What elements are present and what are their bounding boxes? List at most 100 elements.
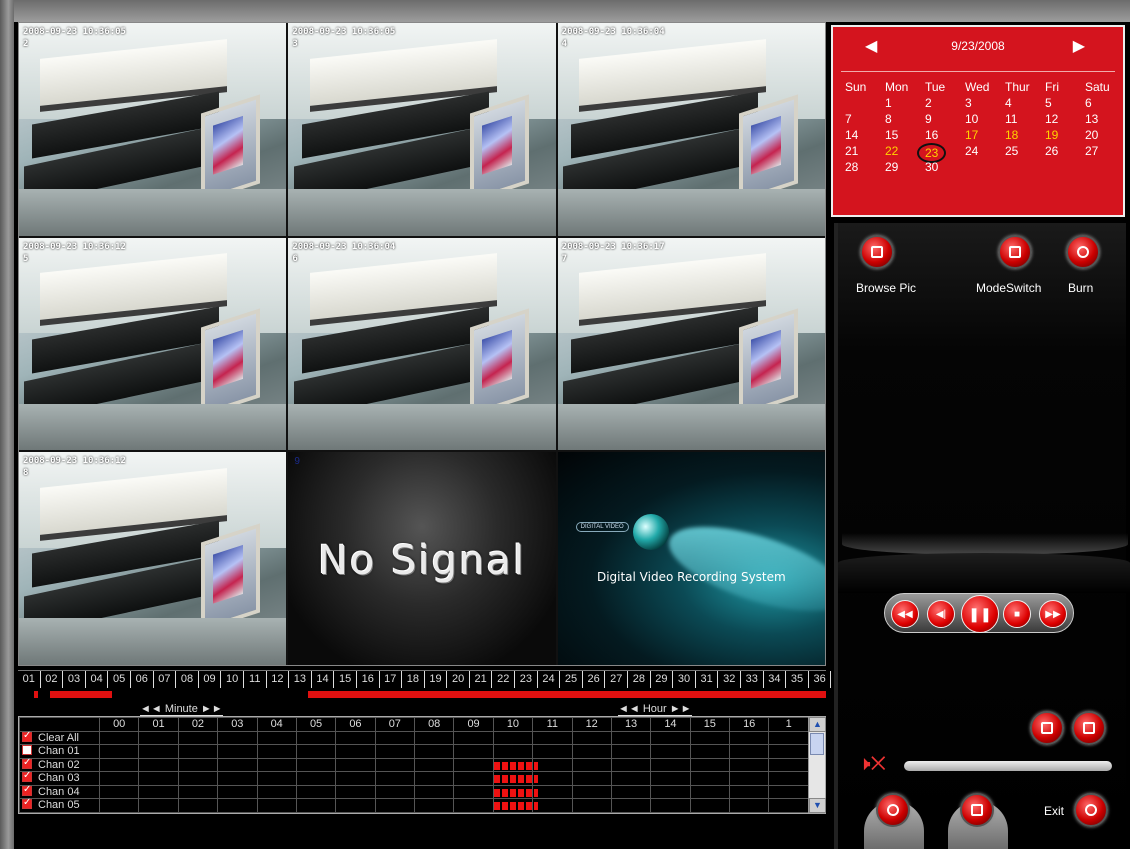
timeline-cell[interactable] [413,798,455,813]
channel-cell[interactable]: Chan 02 [19,757,100,772]
timeline-cell[interactable] [177,771,219,786]
hour-number[interactable]: 25 [560,671,583,688]
timeline-cell[interactable] [138,771,179,786]
calendar-day-selected[interactable]: 23 [917,143,961,163]
timeline-cell[interactable] [610,757,652,772]
timeline-cell[interactable] [295,771,337,786]
hour-number[interactable]: 19 [425,671,448,688]
channel-cell[interactable]: Chan 05 [19,797,100,813]
calendar-day[interactable]: 9 [921,111,961,127]
calendar-day[interactable]: 22 [881,143,921,159]
timeline-cell[interactable] [335,798,376,813]
timeline-cell[interactable] [492,798,538,813]
timeline-cell[interactable] [413,744,455,759]
calendar-day[interactable]: 8 [881,111,921,127]
channel-checkbox[interactable] [22,797,32,810]
hour-number[interactable]: 29 [651,671,674,688]
timeline-cell[interactable] [98,771,140,786]
channel-checkbox[interactable] [22,784,32,796]
timeline-cell[interactable] [177,744,219,759]
timeline-cell[interactable] [689,771,731,786]
timeline-cell[interactable] [374,771,416,786]
timeline-cell[interactable] [610,744,652,759]
timeline-cell[interactable] [413,784,455,799]
timeline-cell[interactable] [374,798,416,813]
timeline-cell[interactable] [610,798,652,813]
calendar-day[interactable]: 3 [961,95,1001,111]
timeline-cell[interactable] [728,757,770,772]
timeline-cell[interactable] [374,757,416,772]
timeline-cell[interactable] [492,771,538,786]
timeline-cell[interactable] [532,744,573,759]
minute-nav[interactable]: ◄◄ Minute ►► [140,703,223,716]
calendar-day[interactable]: 26 [1041,143,1081,159]
timeline-cell[interactable] [177,798,219,813]
hour-number[interactable]: 22 [492,671,516,688]
timeline-cell[interactable] [728,730,770,745]
timeline-cell[interactable] [610,771,652,786]
timeline-cell[interactable] [98,730,140,745]
calendar-day[interactable]: 14 [841,127,881,143]
snapshot-button[interactable] [1030,711,1064,745]
hour-number[interactable]: 04 [86,671,109,688]
timeline-cell[interactable] [532,798,573,813]
timeline-cell[interactable] [453,771,494,786]
timeline-cell[interactable] [492,757,538,772]
hour-number[interactable]: 18 [402,671,425,688]
timeline-cell[interactable] [138,757,179,772]
timeline-cell[interactable] [453,784,494,799]
timeline-cell[interactable] [256,798,297,813]
hour-number[interactable]: 30 [673,671,696,688]
timeline-cell[interactable] [453,730,494,745]
timeline-cell[interactable] [768,771,809,786]
camera-view[interactable]: 2008-09-23 10:36:04 6 [288,237,556,451]
scroll-down-icon[interactable]: ▼ [809,798,826,813]
timeline-cell[interactable] [138,744,179,759]
calendar-day[interactable]: 28 [841,159,881,175]
hour-record-bar[interactable] [18,688,826,700]
refresh-button[interactable] [876,793,910,827]
timeline-cell[interactable] [217,744,258,759]
calendar-day[interactable]: 2 [921,95,961,111]
timeline-cell[interactable] [689,730,731,745]
timeline-cell[interactable] [217,730,258,745]
camera-view[interactable]: 2008-09-23 10:36:04 4 [557,23,825,236]
dvr-logo-view[interactable]: DIGITAL VIDEO Digital Video Recording Sys… [557,452,825,665]
burn-button[interactable] [1066,235,1100,269]
timeline-cell[interactable] [295,784,337,799]
hour-number[interactable]: 21 [470,671,493,688]
channel-cell[interactable]: Chan 03 [19,770,100,786]
camera-view-no-signal[interactable]: 9 No Signal [288,452,556,665]
calendar-day[interactable]: 18 [1001,127,1041,143]
fast-forward-button[interactable]: ▶▶ [1039,600,1067,628]
calendar-day[interactable]: 27 [1081,143,1121,159]
timeline-cell[interactable] [492,730,534,745]
hour-number[interactable]: 14 [312,671,335,688]
hour-number[interactable]: 27 [605,671,629,688]
timeline-cell[interactable] [453,744,494,759]
camera-view[interactable]: 2008-09-23 10:36:17 7 [557,237,825,451]
hour-number[interactable]: 33 [741,671,764,688]
channel-checkbox[interactable] [22,745,32,756]
timeline-cell[interactable] [413,771,455,786]
timeline-cell[interactable] [571,730,612,745]
camera-view[interactable]: 2008-09-23 10:36:05 3 [288,23,556,236]
hour-number[interactable]: 07 [154,671,177,688]
timeline-cell[interactable] [689,798,731,813]
timeline-cell[interactable] [728,784,770,799]
timeline-cell[interactable] [728,744,770,759]
volume-slider[interactable] [904,761,1112,771]
timeline-cell[interactable] [650,771,691,786]
timeline-cell[interactable] [768,798,809,813]
timeline-cell[interactable] [335,784,376,799]
timeline-cell[interactable] [453,757,494,772]
calendar-day[interactable]: 13 [1081,111,1121,127]
timeline-cell[interactable] [177,730,219,745]
timeline-cell[interactable] [768,730,809,745]
hour-number[interactable]: 09 [199,671,222,688]
hour-number[interactable]: 34 [764,671,787,688]
timeline-cell[interactable] [256,771,297,786]
calendar-day[interactable]: 20 [1081,127,1121,143]
timeline-cell[interactable] [374,784,416,799]
timeline-cell[interactable] [335,744,376,759]
